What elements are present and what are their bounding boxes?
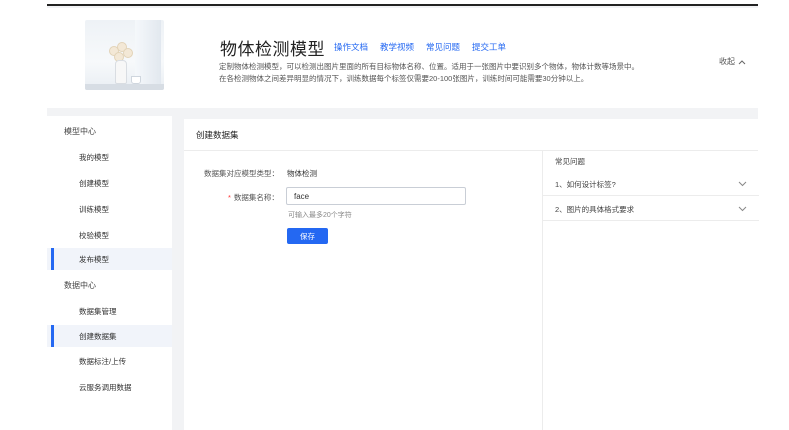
save-button[interactable]: 保存: [287, 228, 328, 244]
chevron-down-icon: [738, 181, 747, 187]
model-type-label: 数据集对应模型类型：: [204, 169, 279, 178]
sidebar-item-label: 校验模型: [79, 230, 109, 240]
sidebar-item-label: 云服务调用数据: [79, 382, 132, 392]
hero-illustration: [85, 20, 164, 90]
faq-title: 常见问题: [555, 157, 585, 166]
chevron-up-icon: [738, 59, 746, 64]
collapse-button[interactable]: 收起: [719, 56, 746, 67]
video-tutorial-link[interactable]: 教学视频: [380, 41, 414, 53]
sidebar-item-label: 我的模型: [79, 152, 109, 162]
description-line-1: 定制物体检测模型，可以检测出图片里面的所有目标物体名称、位置。适用于一张图片中要…: [219, 62, 639, 71]
collapse-label: 收起: [719, 57, 735, 66]
sidebar-group-model-center: 模型中心: [64, 127, 96, 136]
sidebar-item-label: 创建模型: [79, 178, 109, 188]
sidebar-item-label: 发布模型: [79, 254, 109, 264]
sidebar: 模型中心 我的模型 创建模型 训练模型 校验模型 发布模型 数据中心 数据集管理…: [47, 116, 172, 430]
dataset-name-label-text: 数据集名称：: [233, 193, 279, 202]
dataset-name-label: * 数据集名称：: [228, 192, 279, 203]
main-panel: 创建数据集 数据集对应模型类型： 物体检测 * 数据集名称： face 可输入最多…: [184, 119, 759, 430]
dataset-name-hint: 可输入最多20个字符: [288, 212, 352, 219]
sidebar-item-label: 数据标注/上传: [79, 356, 127, 366]
model-type-value: 物体检测: [287, 169, 317, 178]
header-links: 操作文档 教学视频 常见问题 提交工单: [334, 41, 506, 53]
chevron-down-icon: [738, 206, 747, 212]
model-description: 定制物体检测模型，可以检测出图片里面的所有目标物体名称、位置。适用于一张图片中要…: [219, 61, 639, 84]
sidebar-item-label: 创建数据集: [79, 331, 117, 341]
sidebar-item-validate-model[interactable]: 校验模型: [47, 224, 172, 246]
sidebar-item-train-model[interactable]: 训练模型: [47, 198, 172, 220]
sidebar-item-data-labeling-upload[interactable]: 数据标注/上传: [47, 350, 172, 372]
main-title: 创建数据集: [196, 130, 239, 140]
dataset-name-value: face: [294, 191, 310, 201]
faq-link[interactable]: 常见问题: [426, 41, 460, 53]
faq-item-label: 1、如何设计标签?: [555, 180, 616, 189]
sidebar-item-dataset-management[interactable]: 数据集管理: [47, 300, 172, 322]
required-marker: *: [228, 193, 231, 202]
sidebar-item-label: 数据集管理: [79, 306, 117, 316]
faq-item-image-format[interactable]: 2、图片的具体格式要求: [543, 199, 759, 221]
dataset-name-input[interactable]: face: [286, 187, 466, 205]
sidebar-item-cloud-service-data[interactable]: 云服务调用数据: [47, 376, 172, 398]
docs-link[interactable]: 操作文档: [334, 41, 368, 53]
description-line-2: 在各检测物体之间差异明显的情况下，训练数据每个标签仅需要20-100张图片，训练…: [219, 73, 589, 83]
faq-item-label: 2、图片的具体格式要求: [555, 205, 635, 214]
page-title: 物体检测模型: [220, 40, 325, 59]
sidebar-item-publish-model[interactable]: 发布模型: [47, 248, 172, 270]
sidebar-group-data-center: 数据中心: [64, 281, 96, 290]
sidebar-item-my-models[interactable]: 我的模型: [47, 146, 172, 168]
sidebar-item-label: 训练模型: [79, 204, 109, 214]
submit-ticket-link[interactable]: 提交工单: [472, 41, 506, 53]
sidebar-item-create-dataset[interactable]: 创建数据集: [47, 325, 172, 347]
sidebar-item-create-model[interactable]: 创建模型: [47, 172, 172, 194]
faq-panel: 常见问题 1、如何设计标签? 2、图片的具体格式要求: [542, 151, 759, 430]
model-header-card: 物体检测模型 操作文档 教学视频 常见问题 提交工单 定制物体检测模型，可以检测…: [47, 8, 758, 108]
faq-item-label-design[interactable]: 1、如何设计标签?: [543, 174, 759, 196]
